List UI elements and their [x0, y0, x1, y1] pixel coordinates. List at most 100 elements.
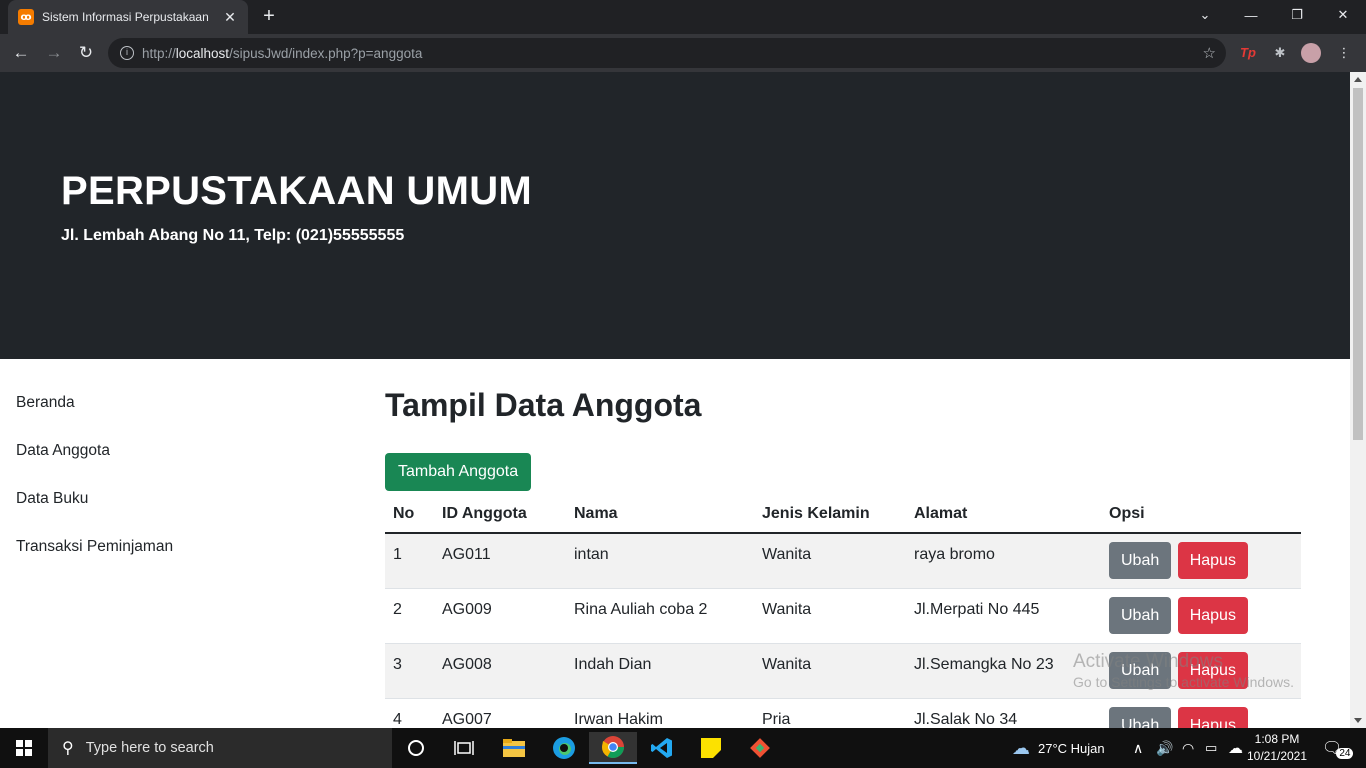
table-header-row: No ID Anggota Nama Jenis Kelamin Alamat … [385, 495, 1301, 534]
minimize-icon[interactable]: — [1228, 0, 1274, 30]
clock-date: 10/21/2021 [1246, 749, 1308, 763]
clock-time: 1:08 PM [1254, 732, 1300, 746]
tab-search-icon[interactable]: ⌄ [1182, 0, 1228, 30]
windows-logo-icon [16, 740, 32, 756]
cell-nama: intan [566, 533, 754, 589]
tab-close-icon[interactable]: ✕ [222, 9, 238, 26]
sticky-notes-icon[interactable] [687, 732, 735, 764]
cell-opsi: Ubah Hapus [1101, 533, 1301, 589]
weather-text: 27°C Hujan [1038, 740, 1105, 756]
file-explorer-icon[interactable] [490, 732, 538, 764]
chrome-icon[interactable] [589, 732, 637, 764]
reload-icon[interactable]: ↻ [74, 41, 98, 65]
site-address: Jl. Lembah Abang No 11, Telp: (021)55555… [61, 227, 405, 244]
browser-menu-icon[interactable]: ⋮ [1334, 43, 1354, 63]
back-icon[interactable]: ← [9, 41, 33, 65]
battery-icon[interactable]: ▭ [1205, 728, 1217, 768]
cell-no: 2 [385, 588, 434, 644]
edge-icon[interactable] [540, 732, 588, 764]
cell-alamat: Jl.Semangka No 23 [906, 643, 1101, 699]
scrollbar-thumb[interactable] [1353, 88, 1363, 440]
extension-tp-icon[interactable]: Tp [1238, 43, 1258, 63]
sidebar-item-data-anggota[interactable]: Data Anggota [16, 442, 173, 490]
notification-count: 24 [1336, 747, 1354, 759]
extensions-puzzle-icon[interactable]: ✱ [1270, 43, 1290, 63]
vscode-icon[interactable] [638, 732, 686, 764]
address-bar[interactable]: i http://localhost/sipusJwd/index.php?p=… [108, 38, 1226, 68]
wifi-icon[interactable]: ◠ [1182, 728, 1194, 768]
browser-tab[interactable]: ꝏ Sistem Informasi Perpustakaan ✕ [8, 0, 248, 34]
cell-jenis-kelamin: Wanita [754, 533, 906, 589]
site-title: PERPUSTAKAAN UMUM [61, 169, 533, 213]
url-text: http://localhost/sipusJwd/index.php?p=an… [142, 45, 423, 61]
search-icon: ⚲ [62, 740, 74, 757]
cell-id: AG011 [434, 533, 566, 589]
add-member-button[interactable]: Tambah Anggota [385, 453, 532, 491]
column-header: Nama [566, 495, 754, 534]
cell-alamat: Jl.Merpati No 445 [906, 588, 1101, 644]
column-header: ID Anggota [434, 495, 566, 534]
cell-id: AG009 [434, 588, 566, 644]
cell-alamat: Jl.Salak No 34 [906, 698, 1101, 728]
table-row: 4 AG007 Irwan Hakim Pria Jl.Salak No 34 … [385, 698, 1301, 728]
watermark-line1: Activate Windows [1073, 651, 1223, 672]
cell-opsi: Ubah Hapus [1101, 588, 1301, 644]
git-kraken-icon[interactable] [736, 732, 784, 764]
weather-rain-icon: ☁ [1012, 737, 1030, 758]
forward-icon[interactable]: → [42, 41, 66, 65]
volume-icon[interactable]: 🔊 [1156, 728, 1173, 768]
table-row: 1 AG011 intan Wanita raya bromo Ubah Hap… [385, 533, 1301, 589]
cell-jenis-kelamin: Wanita [754, 588, 906, 644]
taskbar-search[interactable]: ⚲ Type here to search [48, 728, 392, 768]
search-placeholder: Type here to search [85, 740, 214, 756]
xampp-favicon-icon: ꝏ [18, 9, 34, 25]
delete-button[interactable]: Hapus [1177, 596, 1248, 634]
site-header: PERPUSTAKAAN UMUM Jl. Lembah Abang No 11… [0, 72, 1350, 359]
cortana-icon[interactable] [392, 732, 440, 764]
cell-nama: Indah Dian [566, 643, 754, 699]
cell-id: AG008 [434, 643, 566, 699]
windows-taskbar: ⚲ Type here to search ☁ 27°C Hujan ∧ 🔊 ◠… [0, 728, 1366, 768]
delete-button[interactable]: Hapus [1177, 706, 1248, 728]
sidebar-item-data-buku[interactable]: Data Buku [16, 490, 173, 538]
column-header: Jenis Kelamin [754, 495, 906, 534]
close-window-icon[interactable]: ✕ [1320, 0, 1366, 30]
cell-opsi: Ubah Hapus [1101, 698, 1301, 728]
scroll-up-icon[interactable] [1354, 77, 1362, 82]
weather-widget[interactable]: ☁ 27°C Hujan [1012, 728, 1105, 768]
column-header: No [385, 495, 434, 534]
profile-avatar[interactable] [1301, 43, 1321, 63]
cell-nama: Irwan Hakim [566, 698, 754, 728]
notification-center-icon[interactable]: 🗨 24 [1322, 728, 1354, 768]
scroll-down-icon[interactable] [1354, 718, 1362, 723]
start-button[interactable] [0, 728, 48, 768]
page-scrollbar[interactable] [1350, 72, 1366, 728]
system-clock[interactable]: 1:08 PM 10/21/2021 [1244, 731, 1310, 765]
edit-button[interactable]: Ubah [1109, 542, 1172, 579]
sidebar-item-transaksi-peminjaman[interactable]: Transaksi Peminjaman [16, 538, 173, 586]
watermark-line2: Go to Settings to activate Windows. [1073, 674, 1294, 690]
cell-alamat: raya bromo [906, 533, 1101, 589]
show-hidden-icons[interactable]: ∧ [1133, 728, 1143, 768]
window-controls: ⌄ — ❐ ✕ [1182, 0, 1366, 34]
delete-button[interactable]: Hapus [1177, 542, 1248, 579]
task-view-icon[interactable] [440, 732, 488, 764]
page-title: Tampil Data Anggota [385, 387, 702, 423]
cell-id: AG007 [434, 698, 566, 728]
page-viewport: PERPUSTAKAAN UMUM Jl. Lembah Abang No 11… [0, 72, 1350, 728]
cell-no: 1 [385, 533, 434, 589]
cell-no: 4 [385, 698, 434, 728]
site-info-icon[interactable]: i [120, 46, 134, 60]
members-table: No ID Anggota Nama Jenis Kelamin Alamat … [385, 495, 1301, 728]
bookmark-star-icon[interactable]: ☆ [1203, 44, 1216, 62]
edit-button[interactable]: Ubah [1109, 596, 1172, 634]
new-tab-button[interactable]: + [258, 6, 280, 28]
restore-icon[interactable]: ❐ [1274, 0, 1320, 30]
edit-button[interactable]: Ubah [1109, 706, 1172, 728]
table-row: 2 AG009 Rina Auliah coba 2 Wanita Jl.Mer… [385, 588, 1301, 644]
onedrive-icon[interactable]: ☁ [1228, 728, 1243, 768]
sidebar-nav: Beranda Data Anggota Data Buku Transaksi… [16, 394, 173, 586]
tab-title: Sistem Informasi Perpustakaan [42, 10, 209, 24]
sidebar-item-beranda[interactable]: Beranda [16, 394, 173, 442]
cell-jenis-kelamin: Wanita [754, 643, 906, 699]
